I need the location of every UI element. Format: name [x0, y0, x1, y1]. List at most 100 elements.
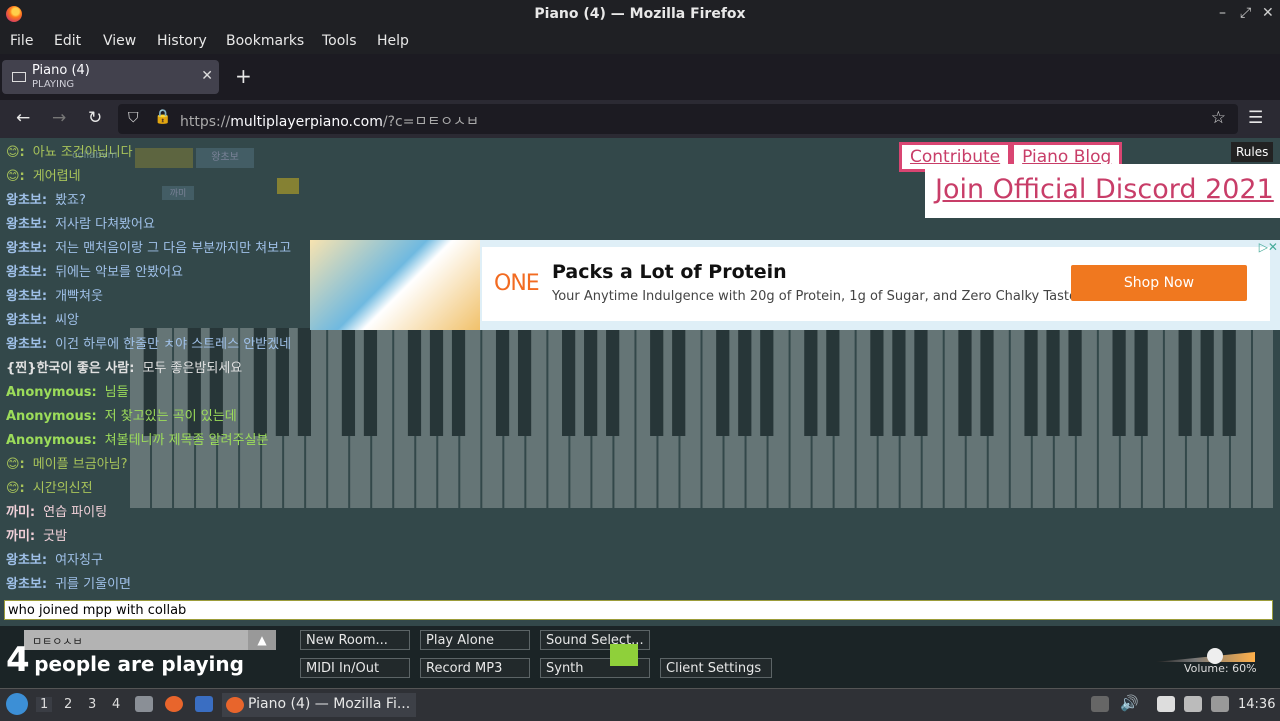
- chat-message: 왕초보: 개빡쳐웃: [6, 285, 103, 304]
- black-key[interactable]: [562, 328, 576, 436]
- workspace-3[interactable]: 3: [88, 697, 96, 712]
- midi-button[interactable]: MIDI In/Out: [300, 658, 410, 678]
- chat-message: 왕초보: 씨앙: [6, 309, 79, 328]
- taskbar-firefox-window[interactable]: Piano (4) — Mozilla Fi...: [222, 693, 416, 717]
- back-icon[interactable]: ←: [16, 108, 30, 128]
- black-key[interactable]: [980, 328, 994, 436]
- firefox-icon[interactable]: [165, 696, 183, 712]
- chat-input[interactable]: who joined mpp with collab: [4, 600, 1273, 620]
- close-tab-icon[interactable]: ✕: [201, 68, 213, 84]
- workspace-1[interactable]: 1: [36, 697, 53, 712]
- menu-view[interactable]: View: [103, 33, 136, 49]
- play-alone-button[interactable]: Play Alone: [420, 630, 530, 650]
- new-room-button[interactable]: New Room...: [300, 630, 410, 650]
- chat-message: 😊: 시간의신전: [6, 477, 93, 496]
- black-key[interactable]: [407, 328, 422, 436]
- black-key[interactable]: [1134, 328, 1148, 436]
- client-settings-button[interactable]: Client Settings: [660, 658, 772, 678]
- black-key[interactable]: [958, 328, 972, 436]
- ad-panel[interactable]: ONE Packs a Lot of Protein Your Anytime …: [482, 247, 1270, 321]
- hamburger-menu-icon[interactable]: ☰: [1248, 108, 1263, 128]
- black-key[interactable]: [429, 328, 444, 436]
- black-key[interactable]: [716, 328, 730, 436]
- chevron-up-icon[interactable]: ▲: [248, 630, 276, 650]
- menu-edit[interactable]: Edit: [54, 33, 81, 49]
- terminal-icon[interactable]: [195, 696, 213, 712]
- bookmark-star-icon[interactable]: ☆: [1211, 108, 1226, 128]
- black-key[interactable]: [738, 328, 752, 436]
- network-icon[interactable]: [1211, 696, 1229, 712]
- black-key[interactable]: [606, 328, 620, 436]
- shield-icon[interactable]: ⛉: [128, 110, 139, 126]
- black-key[interactable]: [760, 328, 774, 436]
- black-key[interactable]: [672, 328, 686, 436]
- chat-text: 여자칭구: [55, 553, 103, 568]
- black-key[interactable]: [341, 328, 356, 436]
- ad-brand-logo: ONE: [494, 271, 540, 296]
- volume-control[interactable]: Volume: 60%: [1150, 648, 1260, 684]
- black-key[interactable]: [914, 328, 928, 436]
- black-key[interactable]: [826, 328, 840, 436]
- forward-icon[interactable]: →: [52, 108, 66, 128]
- piano-keyboard[interactable]: [130, 328, 1275, 508]
- black-key[interactable]: [1222, 328, 1236, 436]
- discord-banner[interactable]: Join Official Discord 2021: [925, 164, 1280, 218]
- black-key[interactable]: [517, 328, 532, 436]
- black-key[interactable]: [1068, 328, 1082, 436]
- workspace-2[interactable]: 2: [64, 697, 72, 712]
- black-key[interactable]: [1024, 328, 1038, 436]
- ad-image[interactable]: [310, 240, 480, 330]
- ad-close-icon[interactable]: ▷✕: [1259, 240, 1278, 254]
- menu-help[interactable]: Help: [377, 33, 409, 49]
- black-key[interactable]: [892, 328, 906, 436]
- url-bar[interactable]: ⛉ 🔒 https://multiplayerpiano.com/?c=ㅁㅌㅇㅅ…: [118, 104, 1238, 134]
- menu-history[interactable]: History: [157, 33, 207, 49]
- rules-button[interactable]: Rules: [1231, 142, 1274, 162]
- black-key[interactable]: [1200, 328, 1214, 436]
- black-key[interactable]: [804, 328, 818, 436]
- clipboard-icon[interactable]: [1157, 696, 1175, 712]
- tab-strip: Piano (4) PLAYING ✕ +: [0, 54, 1280, 100]
- ad-shop-now-button[interactable]: Shop Now: [1071, 265, 1247, 301]
- nav-bar: ← → ↻ ⛉ 🔒 https://multiplayerpiano.com/?…: [0, 100, 1280, 138]
- minimize-icon[interactable]: –: [1219, 5, 1226, 21]
- lock-icon[interactable]: 🔒: [154, 109, 171, 125]
- cursor-nametag: 왕초보: [196, 148, 254, 168]
- black-key[interactable]: [297, 328, 311, 436]
- display-icon[interactable]: [1184, 696, 1202, 712]
- restore-icon[interactable]: ⤢: [1240, 5, 1251, 21]
- chat-message: 왕초보: 봤죠?: [6, 189, 86, 208]
- black-key[interactable]: [495, 328, 510, 436]
- black-key[interactable]: [1178, 328, 1192, 436]
- workspace-4[interactable]: 4: [112, 697, 120, 712]
- volume-slider[interactable]: [1155, 652, 1255, 662]
- black-key[interactable]: [363, 328, 378, 436]
- file-manager-icon[interactable]: [135, 696, 153, 712]
- menu-file[interactable]: File: [10, 33, 33, 49]
- black-key[interactable]: [870, 328, 884, 436]
- chat-message: 😊: 메이플 브금아님?: [6, 453, 128, 472]
- url-text[interactable]: https://multiplayerpiano.com/?c=ㅁㅌㅇㅅㅂ: [180, 111, 479, 131]
- start-menu-icon[interactable]: [6, 693, 28, 715]
- white-key[interactable]: [1252, 328, 1273, 508]
- chat-author: 왕초보:: [6, 577, 48, 592]
- speaker-icon[interactable]: 🔊: [1120, 694, 1139, 712]
- ad-banner[interactable]: ONE Packs a Lot of Protein Your Anytime …: [310, 240, 1280, 330]
- chat-message: {찐}한국이 좋은 사람: 모두 좋은밤되세요: [6, 357, 242, 376]
- black-key[interactable]: [650, 328, 664, 436]
- black-key[interactable]: [584, 328, 598, 436]
- chat-message: 😊: 게어렵네: [6, 165, 81, 184]
- black-key[interactable]: [1112, 328, 1126, 436]
- discord-link[interactable]: Join Official Discord 2021: [935, 174, 1274, 205]
- chat-author: 왕초보:: [6, 289, 48, 304]
- tab-piano[interactable]: Piano (4) PLAYING ✕: [2, 60, 219, 94]
- reload-icon[interactable]: ↻: [88, 108, 102, 128]
- black-key[interactable]: [451, 328, 466, 436]
- new-tab-icon[interactable]: +: [235, 64, 252, 88]
- tray-icon[interactable]: [1091, 696, 1109, 712]
- black-key[interactable]: [1046, 328, 1060, 436]
- close-window-icon[interactable]: ✕: [1262, 5, 1274, 21]
- record-mp3-button[interactable]: Record MP3: [420, 658, 530, 678]
- menu-bookmarks[interactable]: Bookmarks: [226, 33, 304, 49]
- menu-tools[interactable]: Tools: [322, 33, 357, 49]
